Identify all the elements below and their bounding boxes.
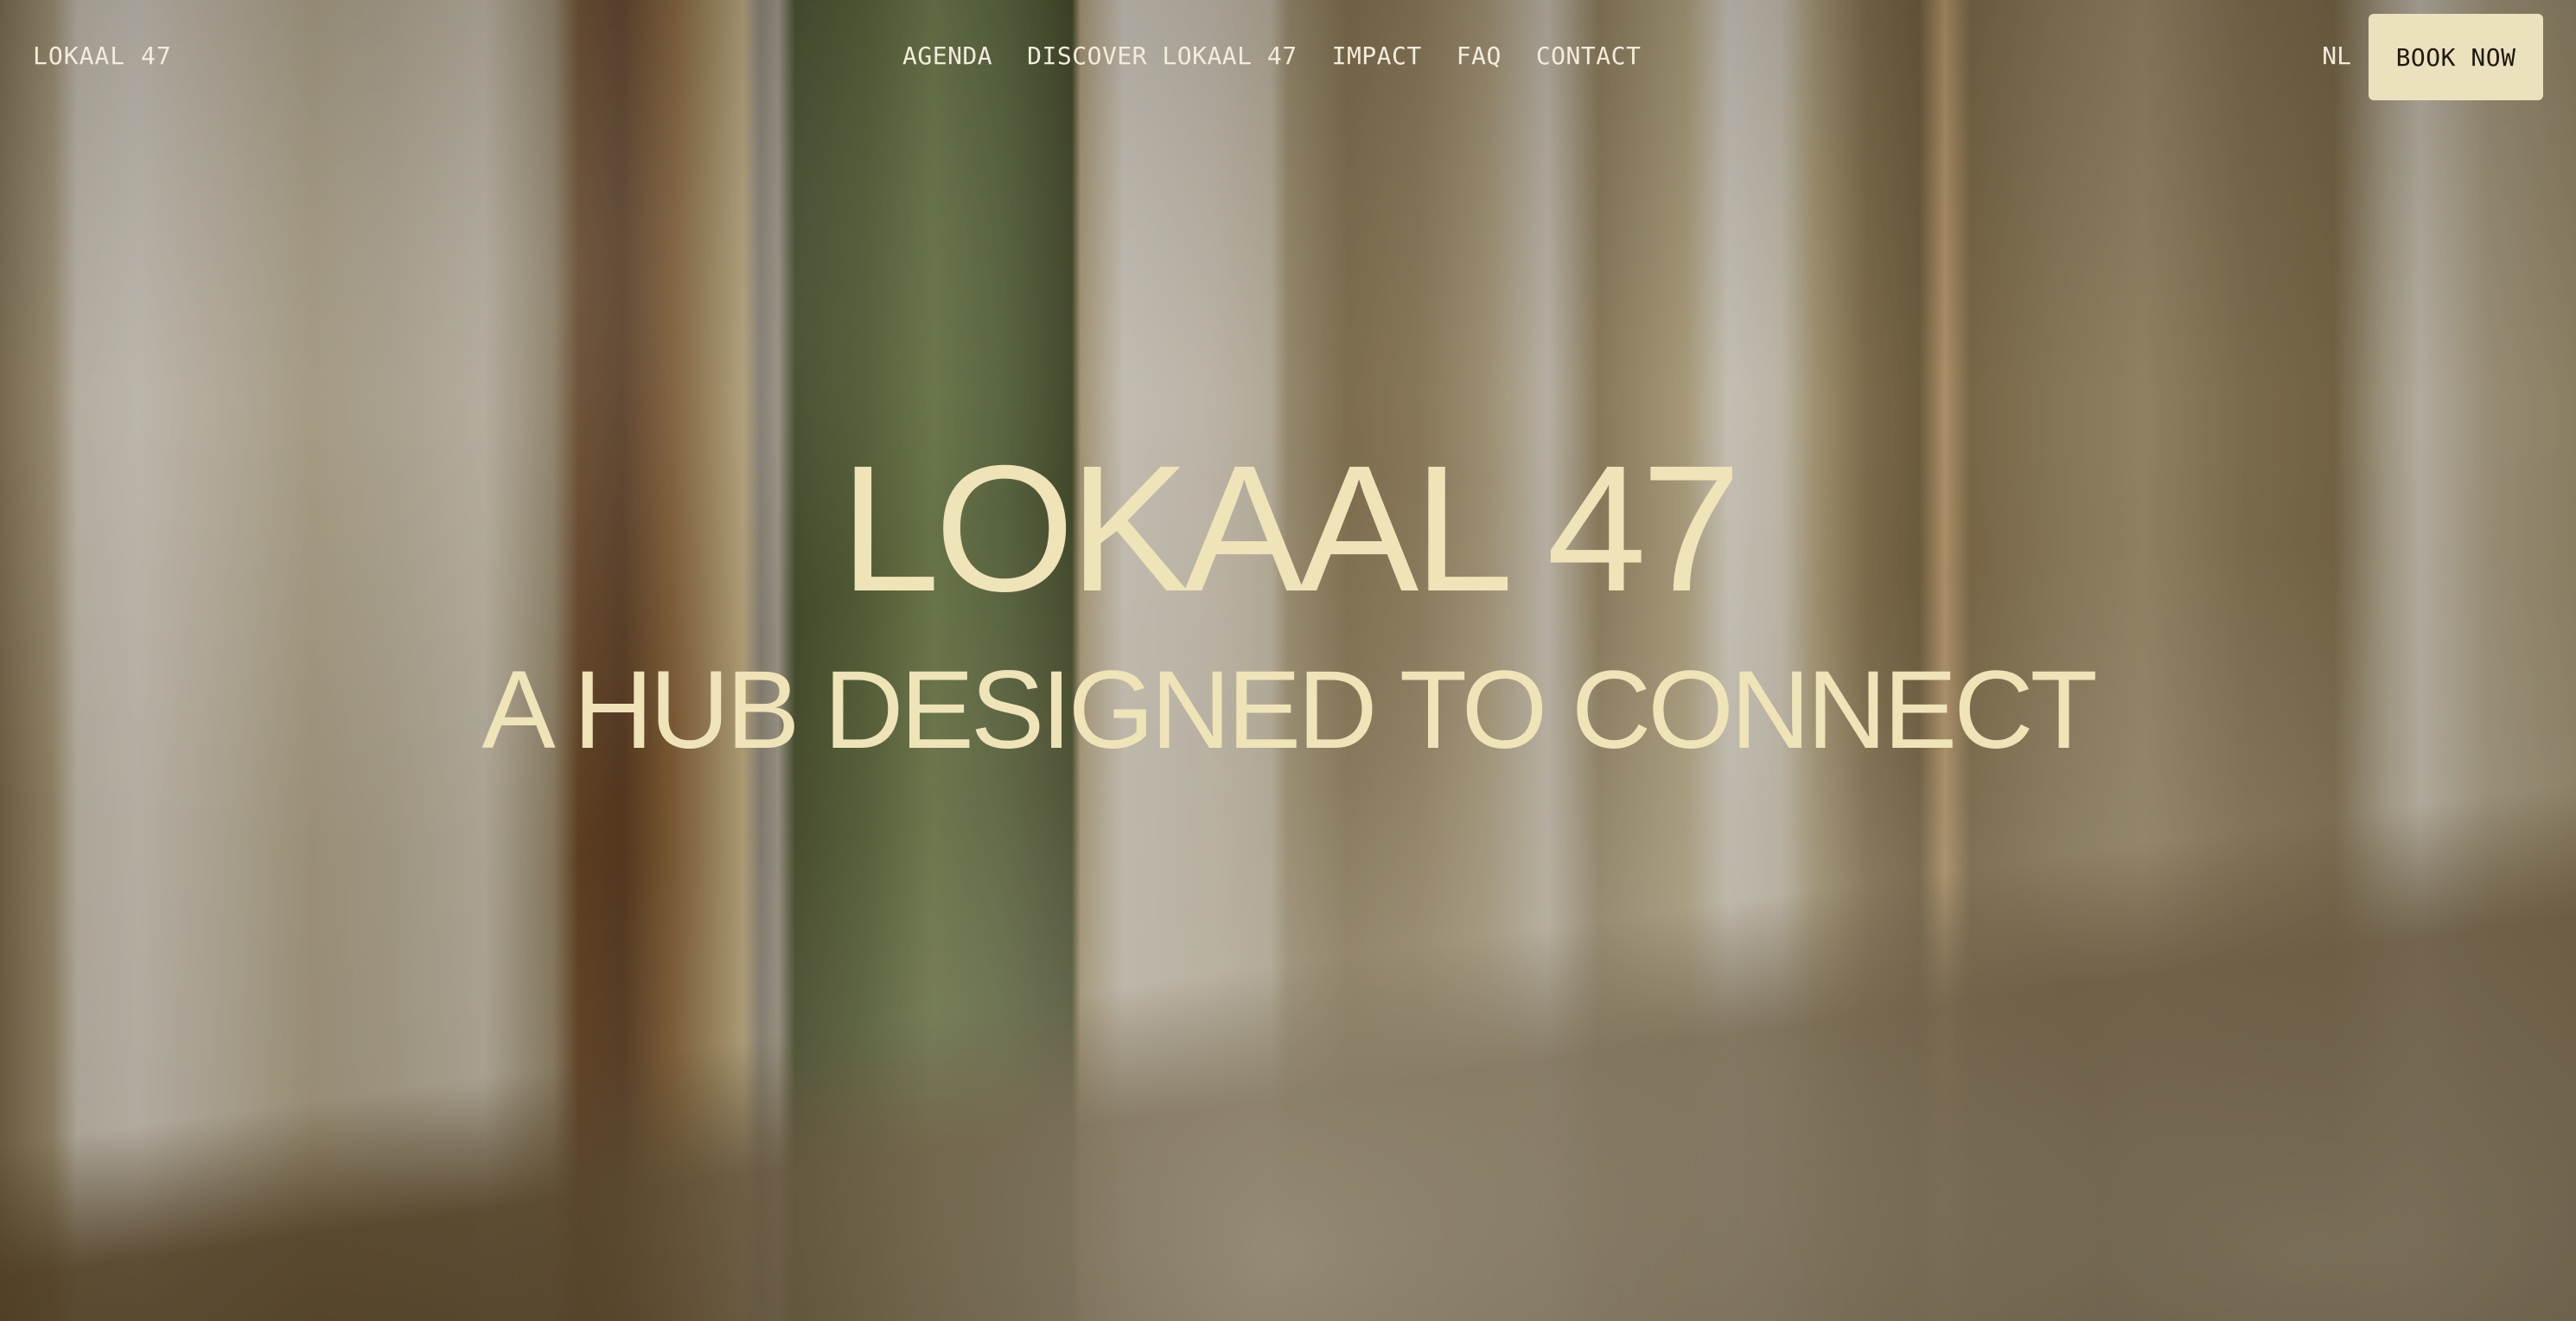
faq-link[interactable]: FAQ — [1457, 41, 1502, 70]
brand-logo-link[interactable]: LOKAAL 47 — [33, 41, 172, 70]
menu-item-contact: CONTACT — [1536, 41, 1642, 70]
main-menu: AGENDA DISCOVER LOKAAL 47 IMPACT FAQ CON… — [902, 41, 1641, 70]
language-switch-link[interactable]: NL — [2322, 41, 2351, 70]
menu-item-discover: DISCOVER LOKAAL 47 — [1027, 41, 1297, 70]
impact-link[interactable]: IMPACT — [1332, 41, 1422, 70]
hero-title: LOKAAL 47 — [839, 429, 1742, 629]
menu-item-faq: FAQ — [1457, 41, 1502, 70]
hero-subtitle: A HUB DESIGNED TO CONNECT — [481, 648, 2097, 772]
hero-section: LOKAAL 47 AGENDA DISCOVER LOKAAL 47 IMPA… — [0, 0, 2576, 1321]
menu-item-impact: IMPACT — [1332, 41, 1422, 70]
contact-link[interactable]: CONTACT — [1536, 41, 1642, 70]
menu-item-agenda: AGENDA — [902, 41, 992, 70]
discover-link[interactable]: DISCOVER LOKAAL 47 — [1027, 41, 1297, 70]
book-now-button[interactable]: BOOK NOW — [2369, 14, 2543, 100]
top-navigation: LOKAAL 47 AGENDA DISCOVER LOKAAL 47 IMPA… — [0, 0, 2576, 118]
agenda-link[interactable]: AGENDA — [902, 41, 992, 70]
